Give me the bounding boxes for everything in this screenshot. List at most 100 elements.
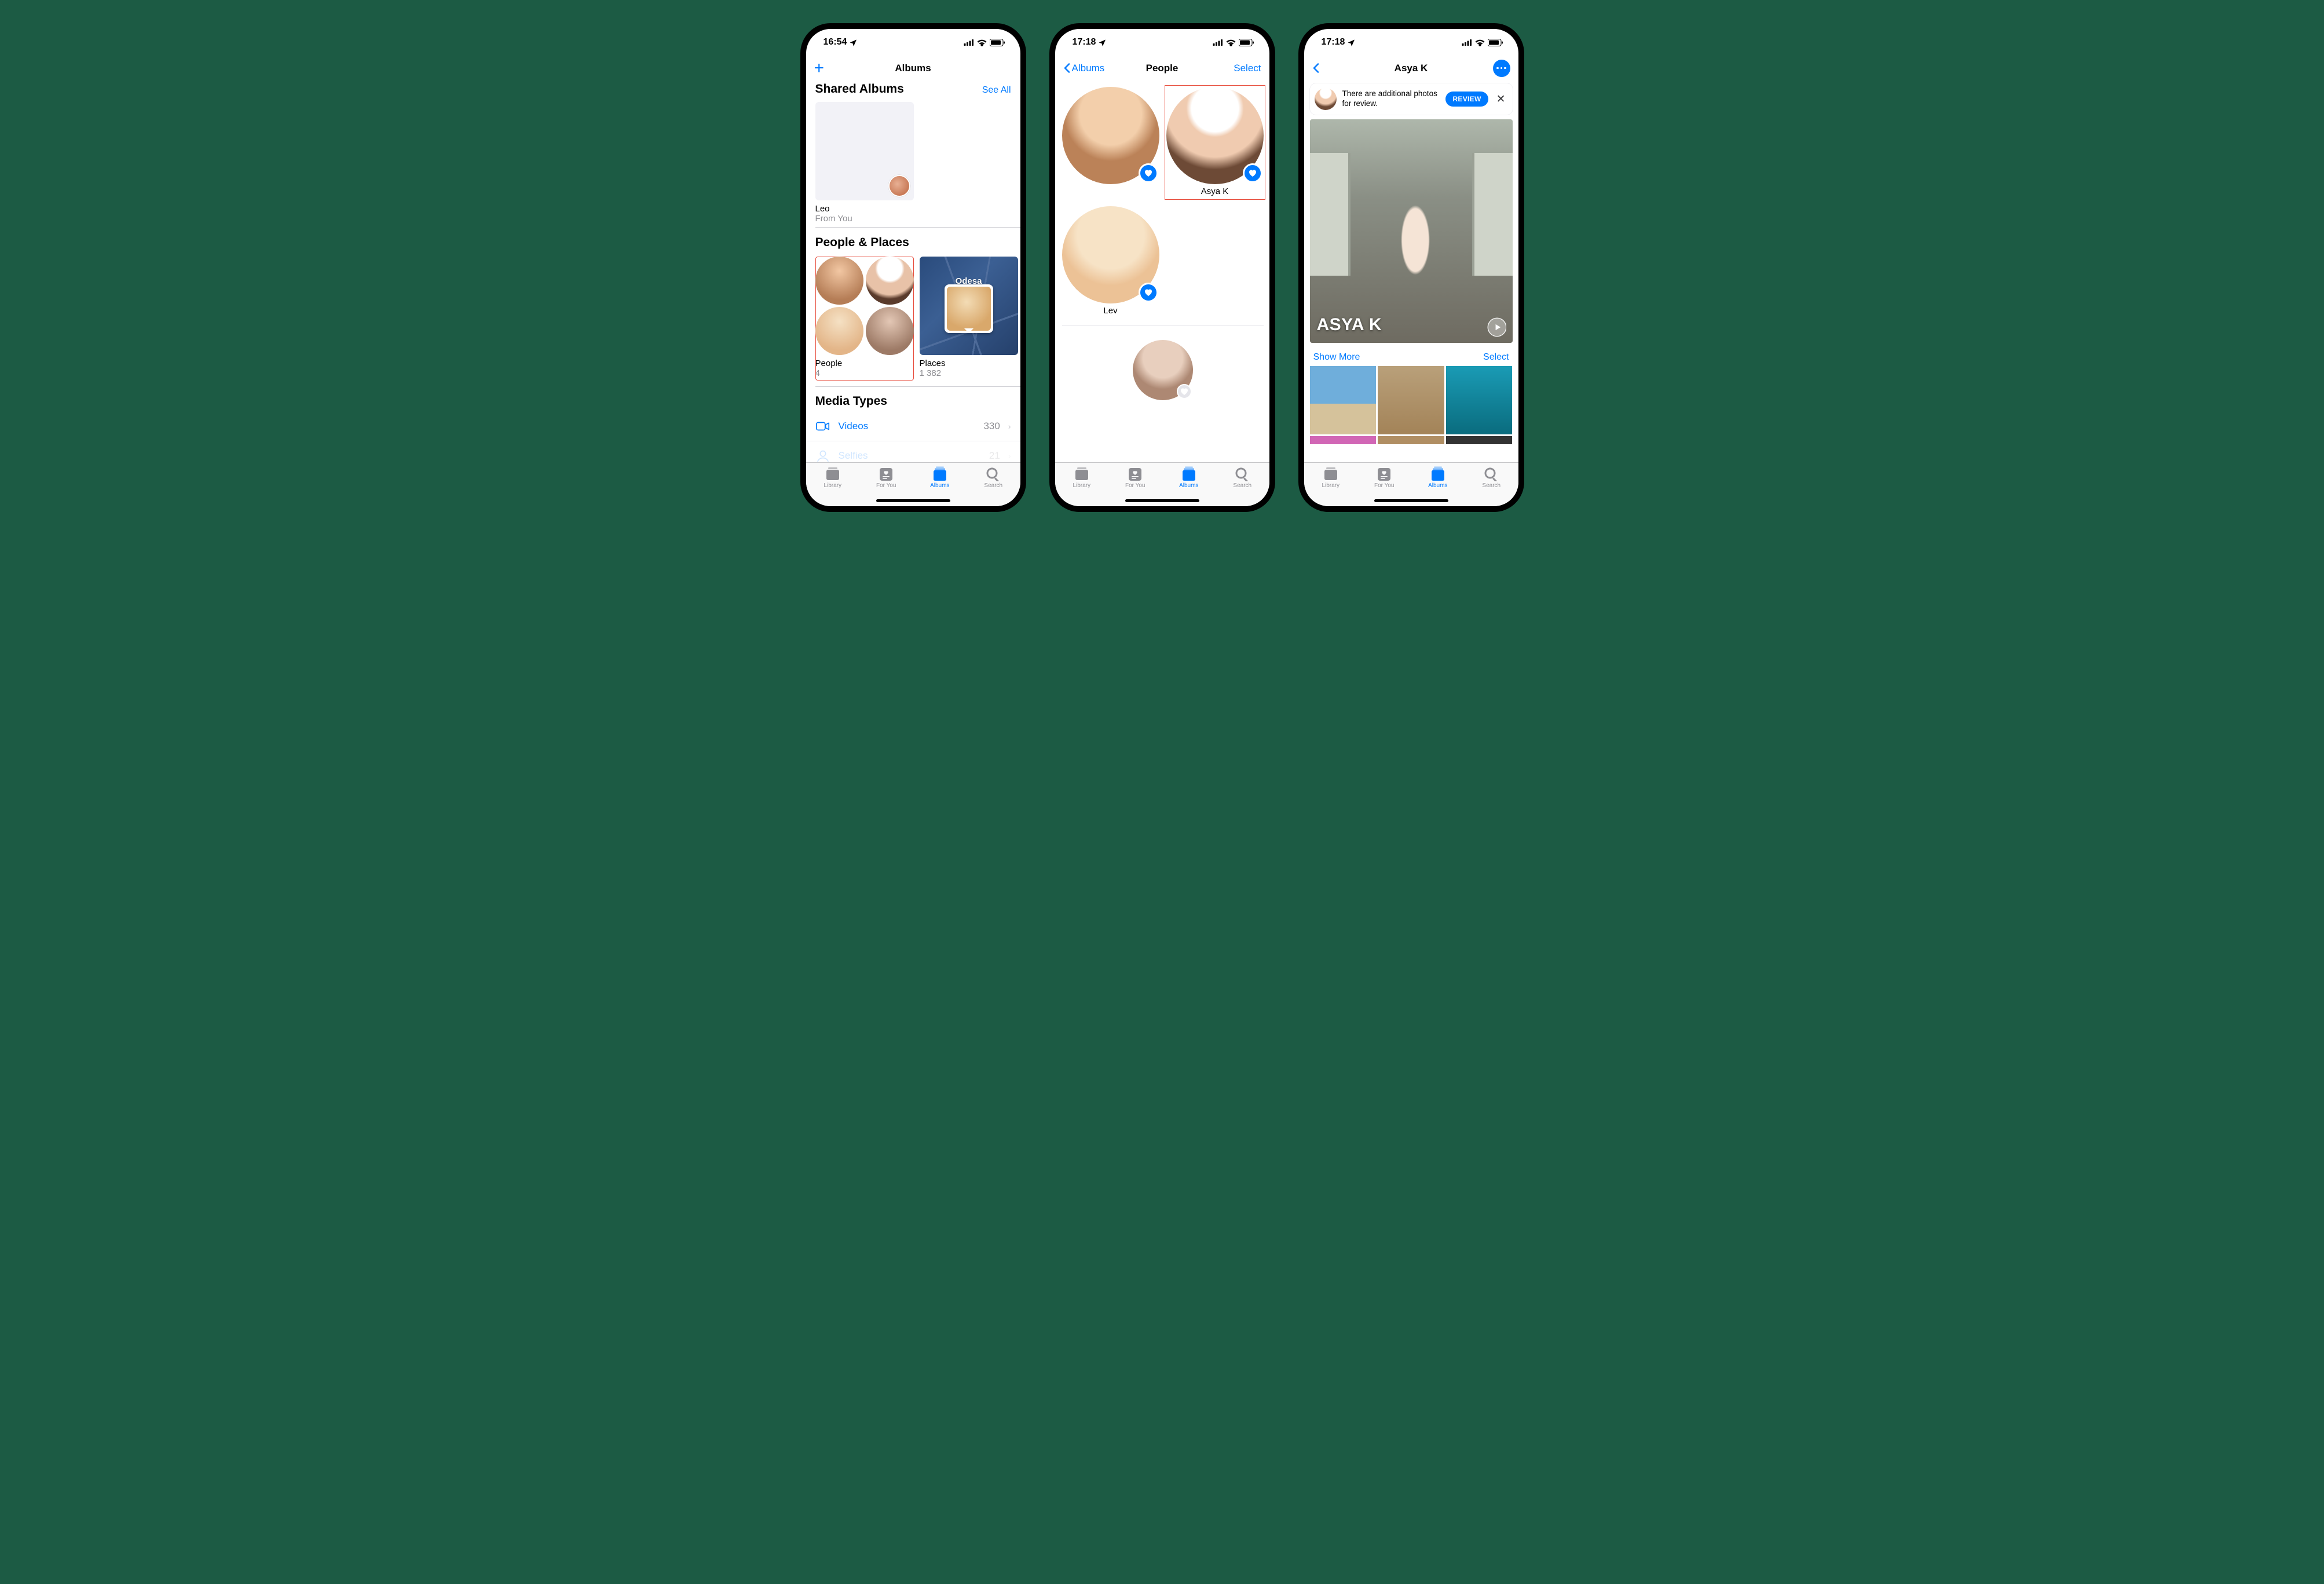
person-tile[interactable]: Lev <box>1062 206 1159 317</box>
phone-albums: 16:54 + Albums Shared Albums See All Leo… <box>800 23 1026 512</box>
back-button[interactable] <box>1312 63 1347 74</box>
status-bar: 17:18 <box>1304 29 1518 56</box>
places-tile[interactable]: Odesa Places 1 382 <box>920 257 1018 381</box>
people-count: 4 <box>815 368 914 378</box>
person-name: Asya K <box>1201 186 1229 197</box>
face-thumb <box>866 307 914 355</box>
photo-thumb[interactable] <box>1446 366 1513 434</box>
back-button[interactable]: Albums <box>1063 63 1105 74</box>
tab-library[interactable]: Library <box>1062 466 1102 506</box>
divider <box>1062 325 1264 326</box>
show-more-link[interactable]: Show More <box>1313 352 1360 363</box>
media-type-count: 21 <box>989 450 1000 462</box>
chevron-left-icon <box>1312 63 1320 74</box>
wifi-icon <box>1226 39 1236 46</box>
tab-search[interactable]: Search <box>973 466 1013 506</box>
photo-thumb[interactable] <box>1446 436 1513 444</box>
status-time: 16:54 <box>824 37 847 47</box>
battery-icon <box>1488 39 1503 46</box>
tab-library[interactable]: Library <box>813 466 853 506</box>
face-thumb <box>815 257 863 305</box>
shared-album-thumb <box>815 102 914 200</box>
cellular-icon <box>1213 39 1223 46</box>
battery-icon <box>1239 39 1254 46</box>
nav-bar: + Albums <box>806 56 1020 81</box>
people-title: People <box>815 358 914 368</box>
favorite-badge <box>1139 283 1158 302</box>
favorite-badge <box>1177 384 1192 399</box>
media-types-header: Media Types <box>815 394 887 408</box>
person-tile[interactable] <box>1062 87 1159 198</box>
tab-search[interactable]: Search <box>1222 466 1262 506</box>
heart-icon <box>1144 288 1153 297</box>
places-title: Places <box>920 358 1018 368</box>
home-indicator[interactable] <box>1125 499 1199 502</box>
nav-title: Albums <box>895 63 931 74</box>
banner-avatar <box>1315 88 1337 110</box>
face-thumb <box>815 307 863 355</box>
location-arrow-icon <box>1347 39 1355 46</box>
location-arrow-icon <box>1098 39 1106 46</box>
nav-title: Asya K <box>1395 63 1428 74</box>
shared-album-tile[interactable]: Leo From You <box>815 102 914 224</box>
photo-thumb[interactable] <box>1310 366 1377 434</box>
photo-thumb[interactable] <box>1378 366 1444 434</box>
shared-albums-header: Shared Albums <box>815 82 904 96</box>
cellular-icon <box>964 39 974 46</box>
location-arrow-icon <box>849 39 857 46</box>
status-time: 17:18 <box>1073 37 1096 47</box>
media-type-row-videos[interactable]: Videos 330 › <box>806 412 1020 441</box>
shared-album-subtitle: From You <box>815 214 914 224</box>
map-pin <box>945 284 993 333</box>
tab-search[interactable]: Search <box>1471 466 1511 506</box>
shared-album-avatar <box>888 175 910 197</box>
wifi-icon <box>1475 39 1485 46</box>
photo-thumb[interactable] <box>1378 436 1444 444</box>
nav-bar: Albums People Select <box>1055 56 1269 81</box>
heart-icon <box>1180 387 1189 396</box>
chevron-right-icon: › <box>1008 422 1011 431</box>
person-tile[interactable] <box>1133 340 1193 401</box>
nav-title: People <box>1146 63 1179 74</box>
nav-bar: Asya K <box>1304 56 1518 81</box>
person-avatar <box>1166 87 1264 184</box>
cellular-icon <box>1462 39 1472 46</box>
home-indicator[interactable] <box>876 499 950 502</box>
select-button[interactable]: Select <box>1234 63 1261 74</box>
media-type-count: 330 <box>983 420 1000 432</box>
home-indicator[interactable] <box>1374 499 1448 502</box>
hero-photo[interactable]: ASYA K <box>1310 119 1513 343</box>
wifi-icon <box>977 39 987 46</box>
people-tile[interactable]: People 4 <box>815 257 914 381</box>
play-button[interactable] <box>1488 319 1506 336</box>
see-all-link[interactable]: See All <box>982 85 1011 96</box>
chevron-right-icon: › <box>1008 451 1011 460</box>
heart-icon <box>1248 169 1257 178</box>
close-icon[interactable]: ✕ <box>1494 93 1508 106</box>
select-link[interactable]: Select <box>1483 352 1509 363</box>
banner-text: There are additional photos for review. <box>1342 89 1440 109</box>
media-type-row-selfies[interactable]: Selfies 21 › <box>806 441 1020 462</box>
more-button[interactable] <box>1493 60 1510 77</box>
person-name: Lev <box>1103 306 1117 316</box>
media-type-label: Selfies <box>839 450 981 462</box>
status-bar: 16:54 <box>806 29 1020 56</box>
hero-title: ASYA K <box>1317 315 1382 335</box>
shared-album-title: Leo <box>815 204 914 214</box>
status-time: 17:18 <box>1322 37 1345 47</box>
tab-library[interactable]: Library <box>1311 466 1351 506</box>
phone-people: 17:18 Albums People Select <box>1049 23 1275 512</box>
person-tile[interactable]: Asya K <box>1166 87 1264 198</box>
person-avatar <box>1062 206 1159 303</box>
add-button[interactable]: + <box>814 63 825 74</box>
review-button[interactable]: REVIEW <box>1445 92 1488 107</box>
content-people: Asya K Lev <box>1055 81 1269 462</box>
favorite-badge <box>1243 163 1262 183</box>
places-count: 1 382 <box>920 368 1018 378</box>
photo-thumb[interactable] <box>1310 436 1377 444</box>
people-places-header: People & Places <box>815 236 909 250</box>
status-bar: 17:18 <box>1055 29 1269 56</box>
back-label: Albums <box>1072 63 1105 74</box>
media-type-label: Videos <box>839 420 976 432</box>
selfie-icon <box>815 448 830 462</box>
